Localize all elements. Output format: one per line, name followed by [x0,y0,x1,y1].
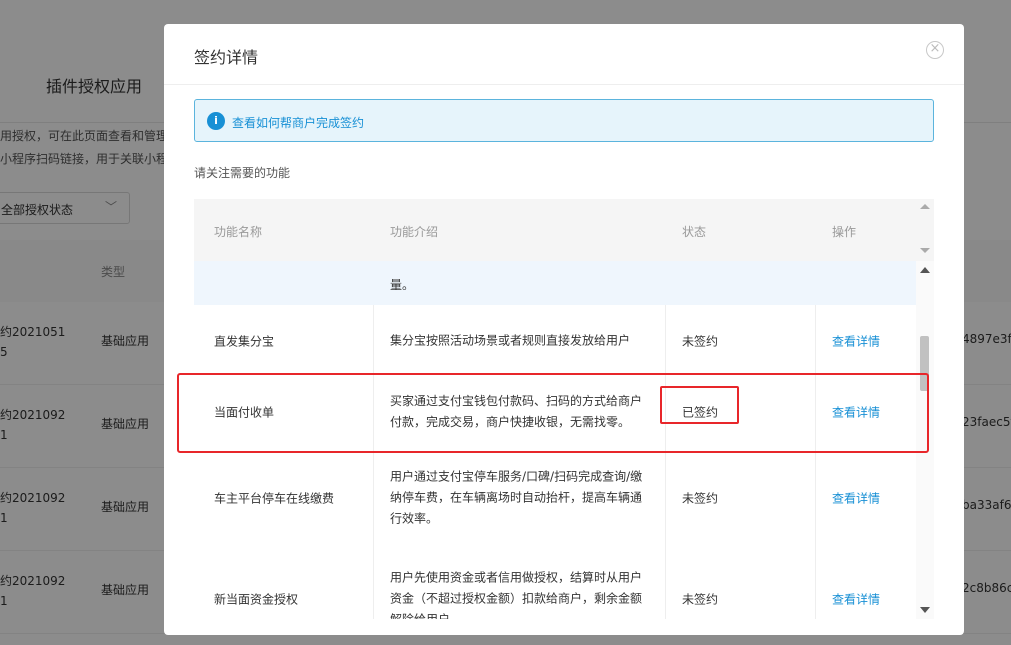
view-details-link[interactable]: 查看详情 [832,403,880,420]
view-details-link[interactable]: 查看详情 [832,489,880,506]
close-icon[interactable]: × [926,41,944,59]
scroll-down-icon[interactable] [920,248,930,253]
feature-desc: 用户通过支付宝停车服务/口碑/扫码完成查询/缴纳停车费，在车辆离场时自动抬杆，提… [390,469,643,525]
features-table: 功能名称 功能介绍 状态 操作 量。 直发集分宝 集分宝按照活动场景或者规则直接… [194,199,934,619]
section-label: 请关注需要的功能 [194,166,291,180]
feature-status: 未签约 [682,592,719,606]
header-scrollbar[interactable] [916,199,934,261]
modal-header: 签约详情 × [164,24,964,85]
scroll-up-icon[interactable] [920,204,930,209]
feature-name: 当面付收单 [214,405,275,419]
table-row: 新当面资金授权 用户先使用资金或者信用做授权，结算时从用户资金（不超过授权金额）… [194,548,916,619]
feature-status: 未签约 [682,491,719,505]
table-header: 功能名称 功能介绍 状态 操作 [194,199,916,261]
table-row: 直发集分宝 集分宝按照活动场景或者规则直接发放给用户 未签约 查看详情 [194,305,916,377]
sign-details-modal: 签约详情 × i 查看如何帮商户完成签约 请关注需要的功能 功能名称 功能介绍 … [164,24,964,635]
info-notice: i 查看如何帮商户完成签约 [194,99,934,142]
feature-desc: 用户先使用资金或者信用做授权，结算时从用户资金（不超过授权金额）扣款给商户，剩余… [390,570,643,619]
feature-status: 未签约 [682,334,719,348]
info-icon: i [207,112,225,130]
column-header-name: 功能名称 [214,225,263,239]
scroll-up-icon[interactable] [920,267,930,273]
column-header-op: 操作 [832,225,857,239]
modal-title: 签约详情 [194,48,259,67]
table-row: 车主平台停车在线缴费 用户通过支付宝停车服务/口碑/扫码完成查询/缴纳停车费，在… [194,447,916,549]
how-to-sign-link[interactable]: 查看如何帮商户完成签约 [232,114,364,131]
feature-status: 已签约 [682,405,719,419]
view-details-link[interactable]: 查看详情 [832,332,880,349]
column-header-status: 状态 [682,225,707,239]
table-row: 量。 [194,261,916,306]
table-scrollbar[interactable] [916,261,934,619]
feature-name: 直发集分宝 [214,334,275,348]
feature-desc: 买家通过支付宝钱包付款码、扫码的方式给商户付款，完成交易，商户快捷收银，无需找零… [390,393,643,429]
feature-name: 车主平台停车在线缴费 [214,491,335,505]
feature-desc: 量。 [390,278,415,292]
feature-name: 新当面资金授权 [214,592,299,606]
table-row: 当面付收单 买家通过支付宝钱包付款码、扫码的方式给商户付款，完成交易，商户快捷收… [194,376,916,448]
column-header-desc: 功能介绍 [390,225,439,239]
scrollbar-thumb[interactable] [920,336,929,391]
view-details-link[interactable]: 查看详情 [832,590,880,607]
scroll-down-icon[interactable] [920,607,930,613]
feature-desc: 集分宝按照活动场景或者规则直接发放给用户 [390,333,631,347]
